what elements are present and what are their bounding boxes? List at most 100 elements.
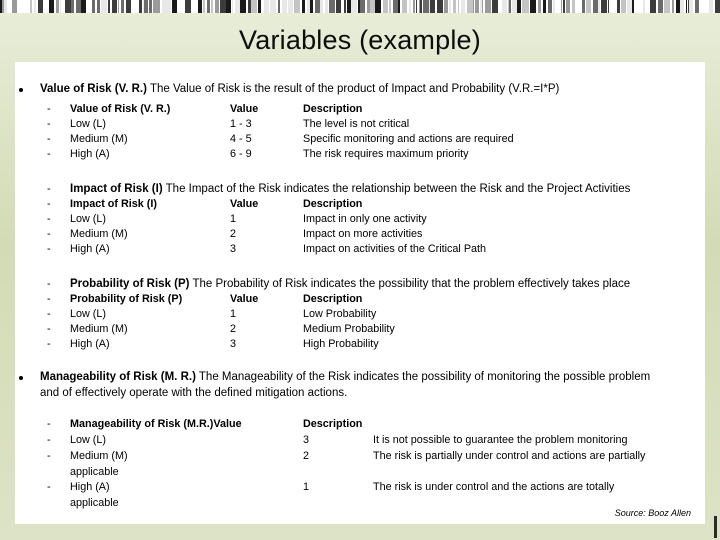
table-row: Medium (M) [70,228,128,240]
barcode-bar [193,0,196,13]
barcode-bar [251,0,257,13]
row-dash: - [47,148,51,160]
barcode-bar [636,0,641,13]
barcode-bar [375,0,381,13]
row-dash: - [47,133,51,145]
edge-marker [714,516,717,538]
table-row-value: 3 [303,434,310,446]
table-row-value: 1 - 3 [230,118,252,130]
barcode-bar [586,0,591,13]
barcode-bar [509,0,511,13]
barcode-bar [572,0,575,13]
barcode-bar [71,0,74,13]
row-dash: - [47,103,51,115]
barcode-bar [538,0,541,13]
row-dash: - [47,213,51,225]
table-row-value: 2 [230,228,237,240]
barcode-bar [686,0,687,13]
barcode-bar [232,0,233,13]
table-row: Low (L) [70,118,107,130]
table-row-description: Medium Probability [303,323,395,335]
barcode-bar [101,0,107,13]
barcode-bar [63,0,64,13]
table-header-description: Description [303,103,363,115]
table-row-value: 4 - 5 [230,133,252,145]
barcode-bar [302,0,305,13]
barcode-bar [288,0,293,13]
barcode-bar [598,0,600,13]
barcode-bar [38,0,43,13]
barcode-bar [709,0,713,13]
barcode-bar [270,0,276,13]
barcode-bar [632,0,634,13]
table-row-description: Specific monitoring and actions are requ… [303,133,514,145]
row-dash: - [47,450,51,462]
barcode-bar [294,0,300,13]
bullet-dot [19,376,23,380]
row-dash: - [47,308,51,320]
barcode-bar [112,0,117,13]
barcode-bar [226,0,231,13]
table-row: High (A) applicable [70,481,119,509]
table-row: Medium (M) [70,133,128,145]
barcode-bar [409,0,411,13]
barcode-bar [207,0,210,13]
barcode-bar [658,0,663,13]
barcode-bar [577,0,580,13]
barcode-bar [530,0,536,13]
table-row-description: Impact on activities of the Critical Pat… [303,243,487,255]
section-bold-lead: Impact of Risk (I) [70,183,163,195]
barcode-bar [132,0,138,13]
row-dash: - [47,118,51,130]
source-note: Source: Booz Allen [614,508,691,518]
barcode-bar [582,0,585,13]
barcode-bar [329,0,335,13]
table-row-value: 1 [303,481,310,493]
barcode-bar [92,0,95,13]
barcode-bar [320,0,323,13]
table-row-description: Low Probability [303,308,377,320]
barcode-bar [282,0,287,13]
barcode-bar [664,0,670,13]
barcode-bar [548,0,552,13]
barcode-bar [97,0,100,13]
barcode-bar [121,0,124,13]
barcode-bar [437,0,443,13]
barcode-bar [351,0,357,13]
barcode-bar [81,0,86,13]
table-row: Low (L) [70,213,107,225]
table-row-value: 1 [230,213,237,225]
table-row-description: The risk is under control and the action… [373,481,615,493]
barcode-bar [341,0,343,13]
barcode-bar [621,0,626,13]
barcode-bar [159,0,160,13]
barcode-bar [34,0,36,13]
table-row-value: 2 [230,323,237,335]
barcode-bar [475,0,479,13]
table-header-description: Description [303,198,363,210]
slide-title: Variables (example) [239,25,481,55]
barcode-bar [517,0,521,13]
barcode-bar [325,0,328,13]
barcode-bar [12,0,17,13]
row-dash: - [47,183,51,195]
barcode-bar [264,0,269,13]
table-header-value: Value [230,198,259,210]
barcode-bar [608,0,609,13]
section-paragraph-text: The Probability of Risk indicates the po… [189,278,631,290]
barcode-bar [26,0,28,13]
barcode-bar [482,0,483,13]
table-header-value: Value [230,293,259,305]
table-row: Low (L) [70,308,107,320]
table-row-description: High Probability [303,338,379,350]
section-paragraph: Value of Risk (V. R.) The Value of Risk … [40,82,700,98]
barcode-bar [680,0,684,13]
barcode-bar [398,0,400,13]
section-paragraph: Manageability of Risk (M. R.) The Manage… [40,370,670,401]
barcode-bar [108,0,110,13]
table-row-description: Impact on more activities [303,228,423,240]
barcode-bar [647,0,649,13]
row-dash: - [47,418,51,430]
table-row-value: 6 - 9 [230,148,252,160]
barcode-bar [563,0,565,13]
